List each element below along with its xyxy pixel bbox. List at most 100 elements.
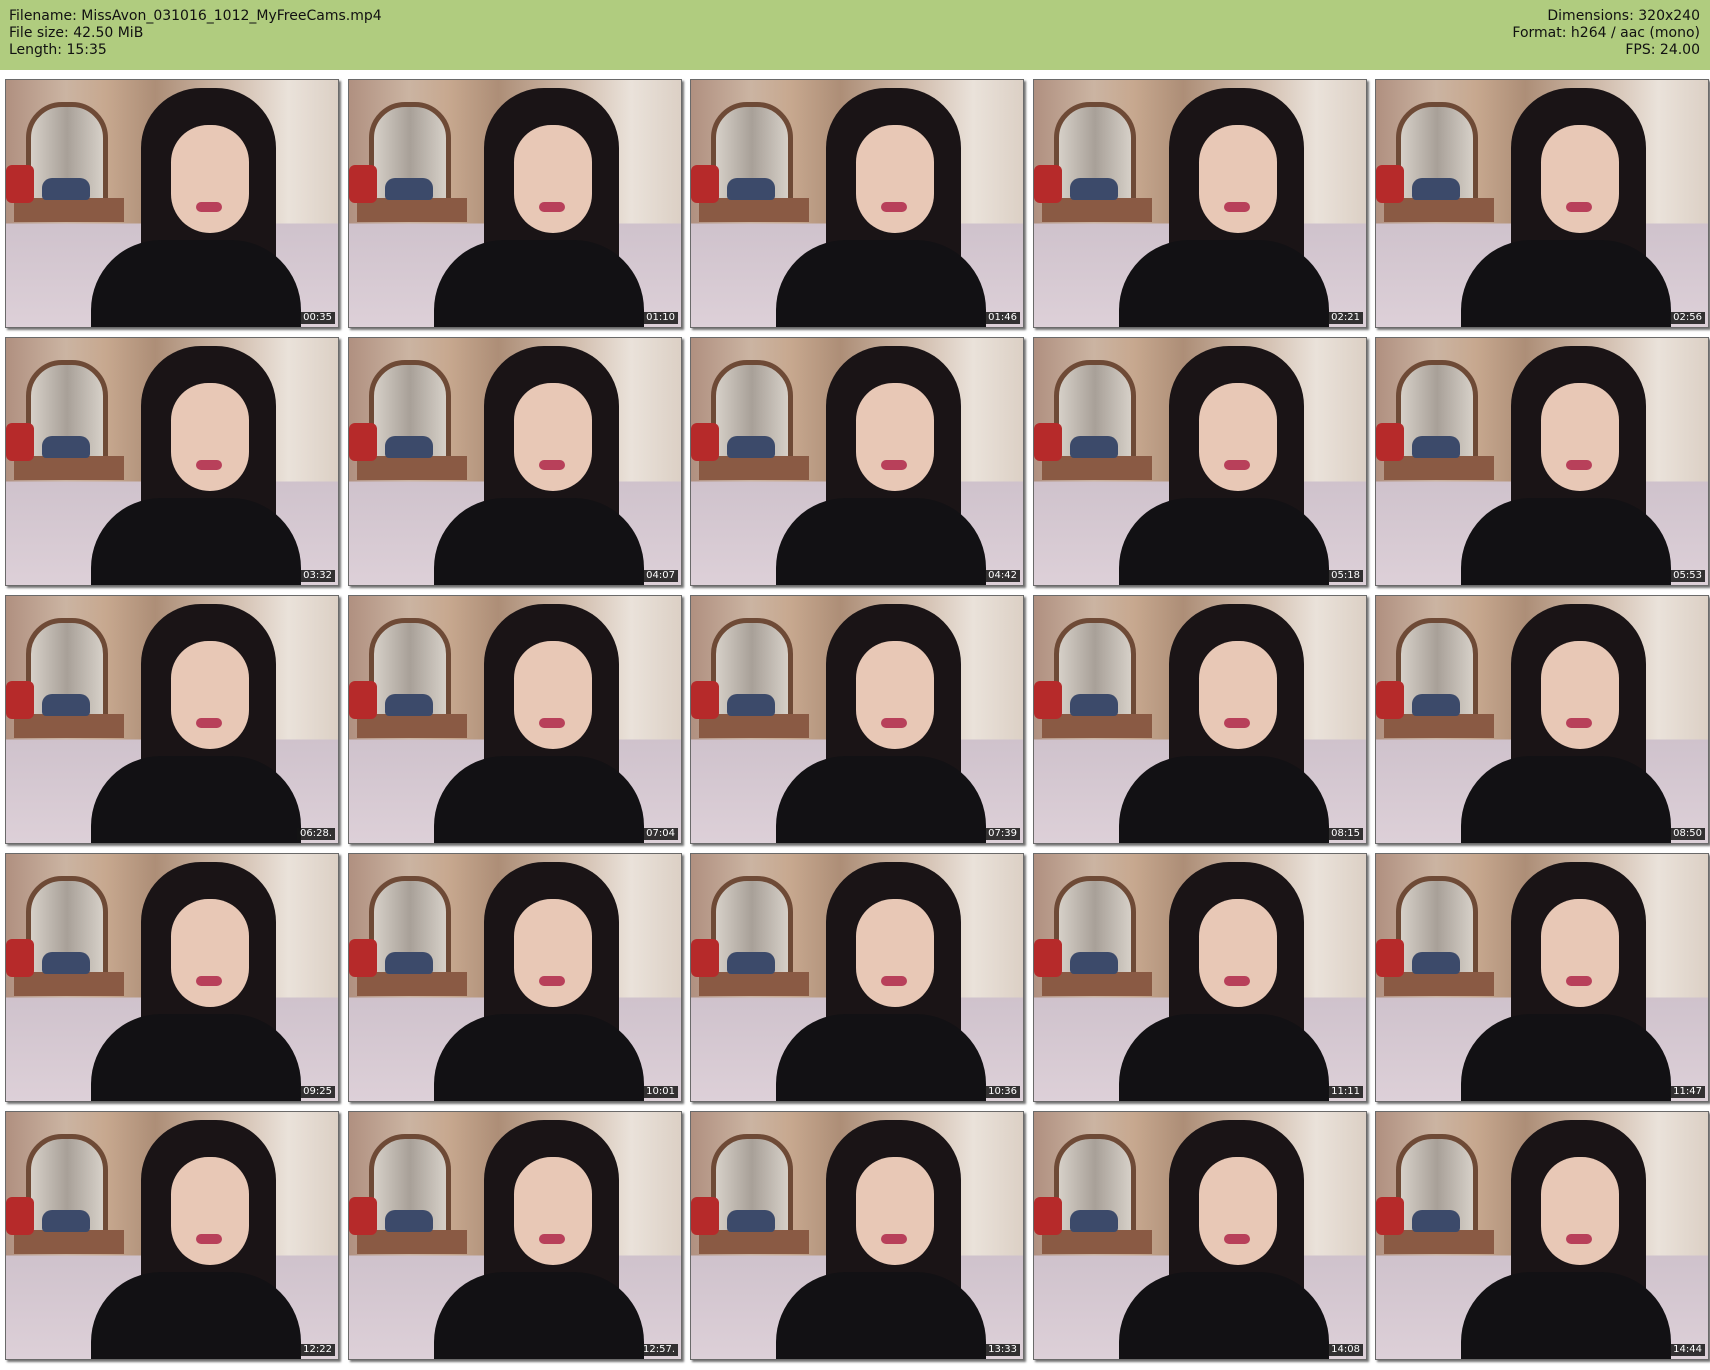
video-frame-thumbnail[interactable]: 07:04 [348, 595, 682, 844]
frame-timestamp: 10:01 [643, 1086, 678, 1098]
video-frame-thumbnail[interactable]: 02:56 [1375, 79, 1709, 328]
frame-timestamp: 12:22 [300, 1344, 335, 1356]
scene-red-object [6, 681, 34, 719]
scene-red-object [1376, 681, 1404, 719]
person-torso [1119, 498, 1329, 585]
video-frame-thumbnail[interactable]: 12:57. [348, 1111, 682, 1360]
frame-timestamp: 05:18 [1328, 570, 1363, 582]
video-frame-thumbnail[interactable]: 14:44 [1375, 1111, 1709, 1360]
scene-bag [385, 694, 433, 716]
video-frame-thumbnail[interactable]: 01:46 [690, 79, 1024, 328]
video-frame-thumbnail[interactable]: 04:07 [348, 337, 682, 586]
video-frame-thumbnail[interactable]: 00:35 [5, 79, 339, 328]
video-frame-thumbnail[interactable]: 12:22 [5, 1111, 339, 1360]
person-lips [1224, 976, 1250, 986]
scene-bag [385, 436, 433, 458]
person-face [1541, 125, 1619, 233]
person-lips [1566, 460, 1592, 470]
info-header: Filename: MissAvon_031016_1012_MyFreeCam… [0, 0, 1710, 70]
scene-bag [727, 1210, 775, 1232]
person-lips [539, 1234, 565, 1244]
video-frame-thumbnail[interactable]: 06:28. [5, 595, 339, 844]
video-frame-thumbnail[interactable]: 14:08 [1033, 1111, 1367, 1360]
scene-red-object [691, 681, 719, 719]
video-frame-thumbnail[interactable]: 04:42 [690, 337, 1024, 586]
person-lips [196, 718, 222, 728]
person-lips [881, 460, 907, 470]
person-face [856, 1157, 934, 1265]
scene-bag [1070, 694, 1118, 716]
scene-bag [1412, 436, 1460, 458]
video-frame-thumbnail[interactable]: 11:11 [1033, 853, 1367, 1102]
scene-red-object [349, 165, 377, 203]
filename-text: Filename: MissAvon_031016_1012_MyFreeCam… [9, 8, 382, 24]
video-frame-thumbnail[interactable]: 10:36 [690, 853, 1024, 1102]
person-torso [1119, 240, 1329, 327]
person-lips [1224, 202, 1250, 212]
person-torso [1119, 1272, 1329, 1359]
fps-text: FPS: 24.00 [1625, 42, 1700, 58]
frame-timestamp: 08:50 [1670, 828, 1705, 840]
scene-red-object [349, 681, 377, 719]
frame-timestamp: 11:47 [1670, 1086, 1705, 1098]
person-lips [881, 202, 907, 212]
person-face [856, 125, 934, 233]
frame-timestamp: 04:07 [643, 570, 678, 582]
video-frame-thumbnail[interactable]: 13:33 [690, 1111, 1024, 1360]
video-frame-thumbnail[interactable]: 05:18 [1033, 337, 1367, 586]
frame-timestamp: 07:04 [643, 828, 678, 840]
scene-red-object [691, 1197, 719, 1235]
scene-bag [42, 694, 90, 716]
scene-bag [385, 178, 433, 200]
scene-bag [1070, 1210, 1118, 1232]
video-frame-thumbnail[interactable]: 08:15 [1033, 595, 1367, 844]
person-torso [91, 756, 301, 843]
frame-timestamp: 02:56 [1670, 312, 1705, 324]
frame-timestamp: 00:35 [300, 312, 335, 324]
video-frame-thumbnail[interactable]: 08:50 [1375, 595, 1709, 844]
scene-bag [1412, 1210, 1460, 1232]
video-frame-thumbnail[interactable]: 03:32 [5, 337, 339, 586]
person-torso [91, 1272, 301, 1359]
person-torso [1461, 1272, 1671, 1359]
person-torso [1461, 498, 1671, 585]
scene-bag [42, 1210, 90, 1232]
person-face [171, 899, 249, 1007]
person-lips [539, 460, 565, 470]
person-torso [91, 498, 301, 585]
scene-bag [727, 178, 775, 200]
person-torso [1119, 1014, 1329, 1101]
scene-red-object [1376, 939, 1404, 977]
scene-bag [1412, 178, 1460, 200]
scene-bag [42, 178, 90, 200]
video-frame-thumbnail[interactable]: 01:10 [348, 79, 682, 328]
scene-red-object [1034, 681, 1062, 719]
person-face [1199, 899, 1277, 1007]
person-torso [776, 1014, 986, 1101]
person-face [514, 641, 592, 749]
scene-bag [727, 436, 775, 458]
person-lips [196, 202, 222, 212]
person-torso [776, 498, 986, 585]
video-frame-thumbnail[interactable]: 07:39 [690, 595, 1024, 844]
person-lips [881, 976, 907, 986]
scene-red-object [691, 939, 719, 977]
person-lips [1566, 1234, 1592, 1244]
video-frame-thumbnail[interactable]: 05:53 [1375, 337, 1709, 586]
video-frame-thumbnail[interactable]: 11:47 [1375, 853, 1709, 1102]
person-face [514, 899, 592, 1007]
video-frame-thumbnail[interactable]: 09:25 [5, 853, 339, 1102]
person-face [1199, 641, 1277, 749]
person-torso [91, 240, 301, 327]
scene-bag [1070, 178, 1118, 200]
video-frame-thumbnail[interactable]: 02:21 [1033, 79, 1367, 328]
frame-timestamp: 14:44 [1670, 1344, 1705, 1356]
person-lips [1566, 718, 1592, 728]
person-lips [1566, 976, 1592, 986]
scene-red-object [1376, 423, 1404, 461]
video-frame-thumbnail[interactable]: 10:01 [348, 853, 682, 1102]
frame-timestamp: 09:25 [300, 1086, 335, 1098]
person-torso [776, 1272, 986, 1359]
scene-red-object [1034, 939, 1062, 977]
person-torso [434, 240, 644, 327]
